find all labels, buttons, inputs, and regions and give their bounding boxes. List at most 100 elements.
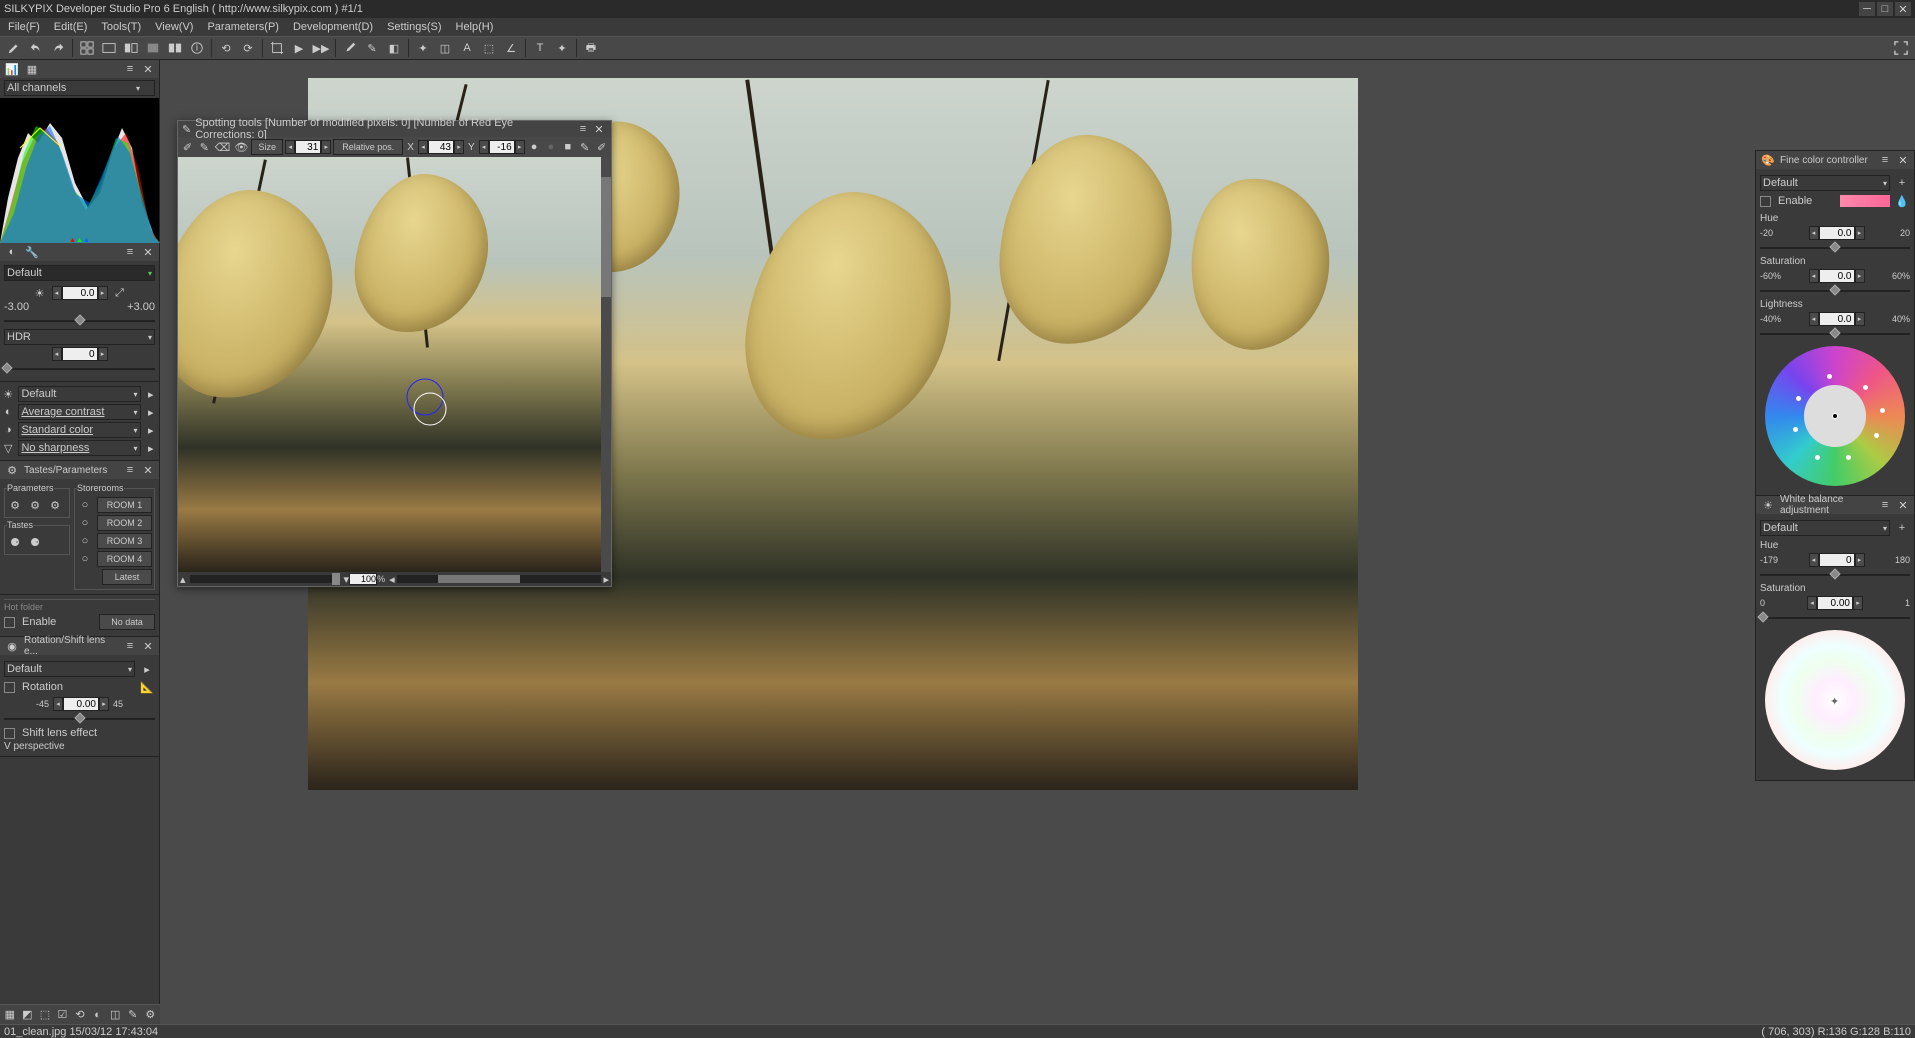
menu-file[interactable]: File(F) xyxy=(2,19,46,35)
param-icon3[interactable]: ⚙ xyxy=(47,497,63,513)
contrast-icon[interactable]: ◐ xyxy=(2,404,14,420)
split-vert-icon[interactable] xyxy=(121,38,141,58)
circle-white-icon[interactable]: ● xyxy=(527,137,542,157)
panel-close-icon[interactable]: ✕ xyxy=(1896,153,1910,167)
wb-sat-slider[interactable] xyxy=(1760,612,1910,624)
angle-icon[interactable]: ∠ xyxy=(501,38,521,58)
bt-icon6[interactable]: ◐ xyxy=(90,1005,106,1025)
rotate-right-icon[interactable]: ⟳ xyxy=(238,38,258,58)
spot-zoom-slider[interactable] xyxy=(190,575,340,583)
relpos-btn[interactable]: Relative pos. xyxy=(333,139,403,155)
menu-edit[interactable]: Edit(E) xyxy=(48,19,94,35)
spot-hscroll[interactable] xyxy=(397,575,602,583)
spot-y-field[interactable]: ◂▸ xyxy=(479,140,525,154)
panel-menu-icon[interactable]: ≡ xyxy=(123,245,137,259)
thumbnail-icon[interactable] xyxy=(99,38,119,58)
batch-icon[interactable]: ▶▶ xyxy=(311,38,331,58)
fc-sat-slider[interactable] xyxy=(1760,285,1910,297)
panel-close-icon[interactable]: ✕ xyxy=(141,62,155,76)
close-button[interactable]: ✕ xyxy=(1895,2,1911,16)
spot-x-field[interactable]: ◂▸ xyxy=(418,140,464,154)
rotation-check[interactable] xyxy=(4,682,15,693)
spot-zoom-field[interactable] xyxy=(349,573,377,585)
exposure-tab2-icon[interactable]: 🔧 xyxy=(24,244,40,260)
color-icon[interactable]: ◑ xyxy=(2,422,14,438)
menu-help[interactable]: Help(H) xyxy=(450,19,500,35)
info-icon[interactable]: i xyxy=(187,38,207,58)
room1-button[interactable]: ROOM 1 xyxy=(97,497,152,513)
redo-icon[interactable] xyxy=(48,38,68,58)
navigator-tab-icon[interactable]: ▦ xyxy=(24,61,40,77)
add-icon[interactable]: + xyxy=(1894,520,1910,536)
contrast-select[interactable]: Average contrast xyxy=(18,404,140,420)
undo-icon[interactable] xyxy=(26,38,46,58)
panel-menu-icon[interactable]: ≡ xyxy=(1878,498,1892,512)
wb-more-icon[interactable]: ▸ xyxy=(145,386,157,402)
finecolor-preset[interactable]: Default xyxy=(1760,175,1890,191)
room4-button[interactable]: ROOM 4 xyxy=(97,551,152,567)
histogram-tab-icon[interactable]: 📊 xyxy=(4,61,20,77)
compare-icon[interactable] xyxy=(165,38,185,58)
fc-color-wheel[interactable] xyxy=(1765,346,1905,486)
channel-select[interactable]: All channels xyxy=(4,80,155,96)
spot-tool2-icon[interactable]: ✐ xyxy=(594,137,609,157)
brush-icon[interactable] xyxy=(4,38,24,58)
fc-hue-field[interactable]: ◂▸ xyxy=(1809,226,1865,240)
size-label-btn[interactable]: Size xyxy=(251,139,283,155)
eyedropper-icon[interactable]: 💧 xyxy=(1894,193,1910,209)
circle-dark-icon[interactable]: ● xyxy=(544,137,559,157)
fc-light-field[interactable]: ◂▸ xyxy=(1809,312,1865,326)
wb-sat-field[interactable]: ◂▸ xyxy=(1807,596,1863,610)
hdr-field[interactable]: ◂▸ xyxy=(52,347,108,361)
room2-button[interactable]: ROOM 2 xyxy=(97,515,152,531)
exposure-tab1-icon[interactable]: ◐ xyxy=(4,244,20,260)
bt-icon3[interactable]: ⬚ xyxy=(37,1005,53,1025)
wb-hue-slider[interactable] xyxy=(1760,569,1910,581)
spot-eraser-icon[interactable]: ⌫ xyxy=(214,137,232,157)
sharp-select[interactable]: No sharpness xyxy=(18,440,140,456)
exposure-expand-icon[interactable]: ⤢ xyxy=(112,285,128,301)
panel-menu-icon[interactable]: ≡ xyxy=(123,62,137,76)
add-icon[interactable]: + xyxy=(1894,175,1910,191)
wb-preset[interactable]: Default xyxy=(1760,520,1890,536)
bt-icon1[interactable]: ▦ xyxy=(2,1005,18,1025)
auto-exposure-icon[interactable]: ☀ xyxy=(32,285,48,301)
maximize-button[interactable]: □ xyxy=(1877,2,1893,16)
menu-development[interactable]: Development(D) xyxy=(287,19,379,35)
finecolor-enable-check[interactable] xyxy=(1760,196,1771,207)
tool-b-icon[interactable]: ⬚ xyxy=(479,38,499,58)
room-radio[interactable]: ○ xyxy=(77,551,93,567)
wb-color-wheel[interactable]: ✦ xyxy=(1765,630,1905,770)
spot-eye-icon[interactable]: 👁 xyxy=(233,137,249,157)
grid-icon[interactable] xyxy=(77,38,97,58)
panel-menu-icon[interactable]: ≡ xyxy=(123,463,137,477)
bt-icon5[interactable]: ⟲ xyxy=(72,1005,88,1025)
panel-close-icon[interactable]: ✕ xyxy=(141,463,155,477)
bt-icon7[interactable]: ◫ xyxy=(107,1005,123,1025)
spot-vscroll[interactable] xyxy=(601,157,611,572)
minimize-button[interactable]: ─ xyxy=(1859,2,1875,16)
eyedropper-icon[interactable] xyxy=(340,38,360,58)
hotfolder-enable-check[interactable] xyxy=(4,617,15,628)
bt-icon2[interactable]: ◩ xyxy=(20,1005,36,1025)
panel-close-icon[interactable]: ✕ xyxy=(1896,498,1910,512)
fc-hue-slider[interactable] xyxy=(1760,242,1910,254)
text-icon[interactable]: T xyxy=(530,38,550,58)
panel-menu-icon[interactable]: ≡ xyxy=(123,639,137,653)
wb-hue-field[interactable]: ◂▸ xyxy=(1809,553,1865,567)
color-swatch[interactable] xyxy=(1840,195,1890,207)
hdr-select[interactable]: HDR xyxy=(4,329,155,345)
param-icon1[interactable]: ⚙ xyxy=(7,497,23,513)
hscroll-left-icon[interactable]: ◂ xyxy=(389,573,395,586)
exposure-bias-slider[interactable] xyxy=(4,315,155,327)
sharp-icon[interactable]: ▽ xyxy=(2,440,14,456)
color-more-icon[interactable]: ▸ xyxy=(145,422,157,438)
print-icon[interactable]: 🖶 xyxy=(581,38,601,58)
latest-button[interactable]: Latest xyxy=(102,569,152,585)
param-icon2[interactable]: ⚙ xyxy=(27,497,43,513)
dialog-menu-icon[interactable]: ≡ xyxy=(575,121,591,137)
crop-icon[interactable] xyxy=(267,38,287,58)
develop-icon[interactable]: ▶ xyxy=(289,38,309,58)
wb-icon[interactable]: ☀ xyxy=(2,386,14,402)
fullscreen-icon[interactable] xyxy=(1891,38,1911,58)
